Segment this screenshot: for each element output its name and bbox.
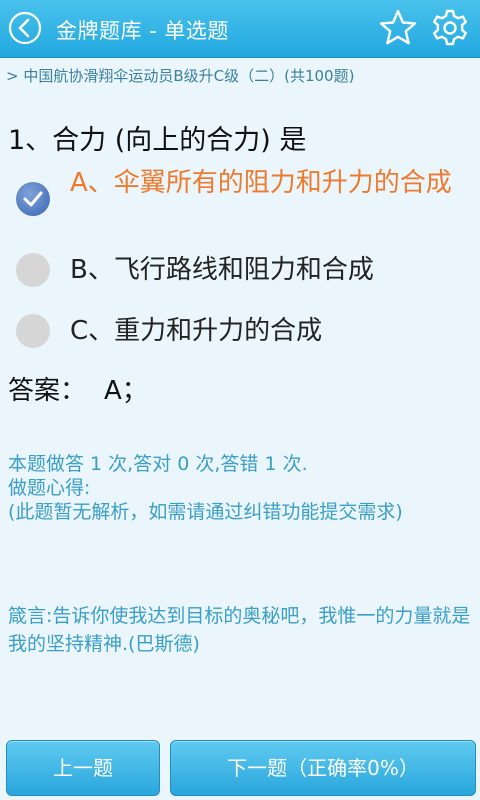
answer-line: 答案： A； <box>8 370 148 407</box>
answer-stats: 本题做答 1 次,答对 0 次,答错 1 次. 做题心得: (此题暂无解析，如需… <box>8 452 474 524</box>
option-label: A、伞翼所有的阻力和升力的合成 <box>70 168 452 198</box>
notes-text: (此题暂无解析，如需请通过纠错功能提交需求) <box>8 501 403 523</box>
radio-unchecked[interactable] <box>16 314 50 348</box>
option-b[interactable]: B、飞行路线和阻力和合成 <box>0 252 480 292</box>
question-text: 1、合力 (向上的合力) 是 <box>8 125 307 156</box>
motto-text: 箴言:告诉你使我达到目标的奥秘吧，我惟一的力量就是我的坚持精神.(巴斯德) <box>8 605 471 655</box>
radio-unchecked[interactable] <box>16 253 50 287</box>
gear-icon[interactable] <box>430 8 470 48</box>
star-icon[interactable] <box>378 8 418 48</box>
app-header: 金牌题库 - 单选题 <box>0 0 480 58</box>
answer-value: A； <box>104 376 148 406</box>
option-label: C、重力和升力的合成 <box>70 316 323 346</box>
next-question-button[interactable]: 下一题（正确率0%） <box>170 740 476 796</box>
option-c[interactable]: C、重力和升力的合成 <box>0 313 480 353</box>
notes-label: 做题心得: <box>8 477 91 499</box>
option-a[interactable]: A、伞翼所有的阻力和升力的合成 <box>0 165 480 237</box>
option-label: B、飞行路线和阻力和合成 <box>70 255 374 285</box>
checkmark-icon <box>23 191 43 207</box>
prev-question-button[interactable]: 上一题 <box>6 740 160 796</box>
back-arrow-icon[interactable] <box>8 11 42 45</box>
radio-checked[interactable] <box>16 182 50 216</box>
breadcrumb: > 中国航协滑翔伞运动员B级升C级（二）(共100题) <box>6 67 355 85</box>
page-title: 金牌题库 - 单选题 <box>56 19 229 43</box>
record-text: 本题做答 1 次,答对 0 次,答错 1 次. <box>8 453 308 475</box>
answer-label: 答案： <box>8 376 87 406</box>
